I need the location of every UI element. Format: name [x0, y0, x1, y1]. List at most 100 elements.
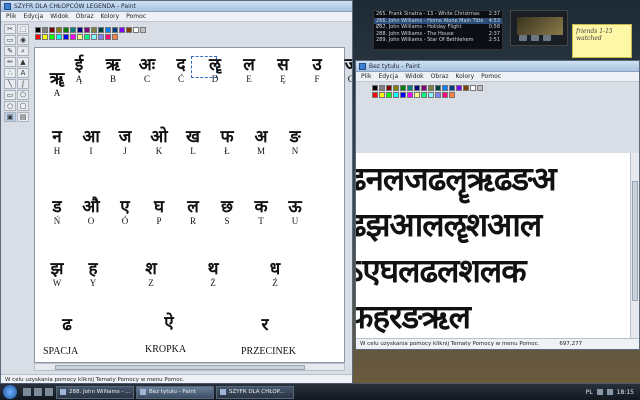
language-indicator[interactable]: PL: [586, 389, 593, 396]
menu-item[interactable]: Widok: [405, 73, 423, 80]
color-swatch[interactable]: [393, 85, 399, 91]
color-swatch[interactable]: [421, 85, 427, 91]
color-swatch[interactable]: [428, 92, 434, 98]
magnifier-icon[interactable]: ⌕: [17, 46, 29, 56]
rounded-rect-icon[interactable]: ▢: [17, 101, 29, 111]
color-swatch[interactable]: [63, 34, 69, 40]
quick-launch-icon[interactable]: [34, 388, 42, 396]
horizontal-scrollbar[interactable]: [34, 363, 345, 371]
mini-player-gadget[interactable]: [510, 10, 568, 46]
color-swatch[interactable]: [112, 34, 118, 40]
color-swatch[interactable]: [372, 92, 378, 98]
playlist-row[interactable]: 289. John Williams - Star Of Bethlehem 2:…: [374, 37, 502, 44]
color-swatch[interactable]: [105, 27, 111, 33]
menu-item[interactable]: Plik: [6, 13, 16, 20]
color-swatch[interactable]: [98, 27, 104, 33]
pencil-icon[interactable]: ✏: [4, 57, 16, 67]
menu-item[interactable]: Edycja: [378, 73, 398, 80]
menu-item[interactable]: Edycja: [23, 13, 43, 20]
transparent-option-icon[interactable]: ▤: [17, 112, 29, 122]
color-swatch[interactable]: [91, 34, 97, 40]
color-swatch[interactable]: [84, 34, 90, 40]
color-swatch[interactable]: [56, 27, 62, 33]
ellipse-icon[interactable]: ○: [4, 101, 16, 111]
color-swatch[interactable]: [428, 85, 434, 91]
color-swatch[interactable]: [372, 85, 378, 91]
color-swatch[interactable]: [407, 92, 413, 98]
color-swatch[interactable]: [442, 92, 448, 98]
quick-launch-icon[interactable]: [23, 388, 31, 396]
color-swatch[interactable]: [449, 85, 455, 91]
start-button[interactable]: [3, 385, 17, 399]
menu-item[interactable]: Widok: [50, 13, 68, 20]
polygon-icon[interactable]: ⬠: [17, 90, 29, 100]
menu-item[interactable]: Pomoc: [481, 73, 501, 80]
curve-icon[interactable]: ∫: [17, 79, 29, 89]
drawing-canvas[interactable]: ढनलजढलॄऋढङअ ढझआलॡशआल ऽएघलढलशलक फहरङऋल: [356, 153, 632, 339]
taskbar-button[interactable]: SZYFR DLA CHŁOP...: [216, 385, 294, 399]
brush-icon[interactable]: ▲: [17, 57, 29, 67]
color-swatch[interactable]: [421, 92, 427, 98]
color-swatch[interactable]: [386, 85, 392, 91]
play-icon[interactable]: [531, 35, 539, 41]
paint-window-legend[interactable]: SZYFR DLA CHŁOPCÓW LEGENDA - Paint Plik E…: [0, 0, 353, 386]
menu-item[interactable]: Pomoc: [126, 13, 146, 20]
line-icon[interactable]: ╲: [4, 79, 16, 89]
color-swatch[interactable]: [56, 34, 62, 40]
color-swatch[interactable]: [393, 92, 399, 98]
menu-item[interactable]: Obraz: [76, 13, 94, 20]
color-swatch[interactable]: [70, 34, 76, 40]
color-swatch[interactable]: [91, 27, 97, 33]
color-swatch[interactable]: [70, 27, 76, 33]
color-swatch[interactable]: [463, 85, 469, 91]
taskbar-button[interactable]: 288. John Williams - ...: [56, 385, 134, 399]
color-swatch[interactable]: [42, 34, 48, 40]
menu-item[interactable]: Kolory: [100, 13, 119, 20]
color-swatch[interactable]: [98, 34, 104, 40]
color-swatch[interactable]: [119, 27, 125, 33]
color-swatch[interactable]: [414, 92, 420, 98]
color-palette[interactable]: [372, 85, 484, 98]
color-swatch[interactable]: [105, 34, 111, 40]
next-icon[interactable]: [543, 35, 551, 41]
color-swatch[interactable]: [435, 85, 441, 91]
color-swatch[interactable]: [400, 92, 406, 98]
color-swatch[interactable]: [414, 85, 420, 91]
color-swatch[interactable]: [435, 92, 441, 98]
taskbar-button[interactable]: Bez tytułu - Paint: [136, 385, 214, 399]
color-swatch[interactable]: [379, 92, 385, 98]
free-select-icon[interactable]: ✂: [4, 24, 16, 34]
color-swatch[interactable]: [77, 27, 83, 33]
network-icon[interactable]: [596, 389, 603, 395]
color-swatch[interactable]: [77, 34, 83, 40]
color-swatch[interactable]: [35, 34, 41, 40]
color-swatch[interactable]: [42, 27, 48, 33]
eraser-icon[interactable]: ▭: [4, 35, 16, 45]
drawing-canvas[interactable]: ॠAईĄऋBअःCदĆॡDलEसĘउFजGनHआIजJओKखLफŁअMङNडŃऔ…: [34, 47, 352, 363]
color-swatch[interactable]: [49, 34, 55, 40]
prev-icon[interactable]: [519, 35, 527, 41]
color-swatch[interactable]: [470, 85, 476, 91]
color-swatch[interactable]: [400, 85, 406, 91]
sticky-note[interactable]: friends 1-15 watched: [572, 24, 632, 58]
volume-icon[interactable]: [606, 389, 613, 395]
color-swatch[interactable]: [456, 85, 462, 91]
quick-launch-icon[interactable]: [45, 388, 53, 396]
paint-window-untitled[interactable]: Bez tytułu - Paint Plik Edycja Widok Obraz K…: [355, 60, 640, 350]
color-swatch[interactable]: [84, 27, 90, 33]
text-icon[interactable]: A: [17, 68, 29, 78]
color-swatch[interactable]: [386, 92, 392, 98]
opaque-option-icon[interactable]: ▣: [4, 112, 16, 122]
color-swatch[interactable]: [133, 27, 139, 33]
color-swatch[interactable]: [379, 85, 385, 91]
color-swatch[interactable]: [442, 85, 448, 91]
color-swatch[interactable]: [112, 27, 118, 33]
title-bar[interactable]: SZYFR DLA CHŁOPCÓW LEGENDA - Paint: [1, 1, 352, 12]
color-swatch[interactable]: [35, 27, 41, 33]
color-swatch[interactable]: [49, 27, 55, 33]
airbrush-icon[interactable]: ∴: [4, 68, 16, 78]
menu-item[interactable]: Kolory: [455, 73, 474, 80]
fill-icon[interactable]: ◉: [17, 35, 29, 45]
vertical-scrollbar[interactable]: [630, 153, 639, 339]
color-palette[interactable]: [35, 27, 147, 40]
